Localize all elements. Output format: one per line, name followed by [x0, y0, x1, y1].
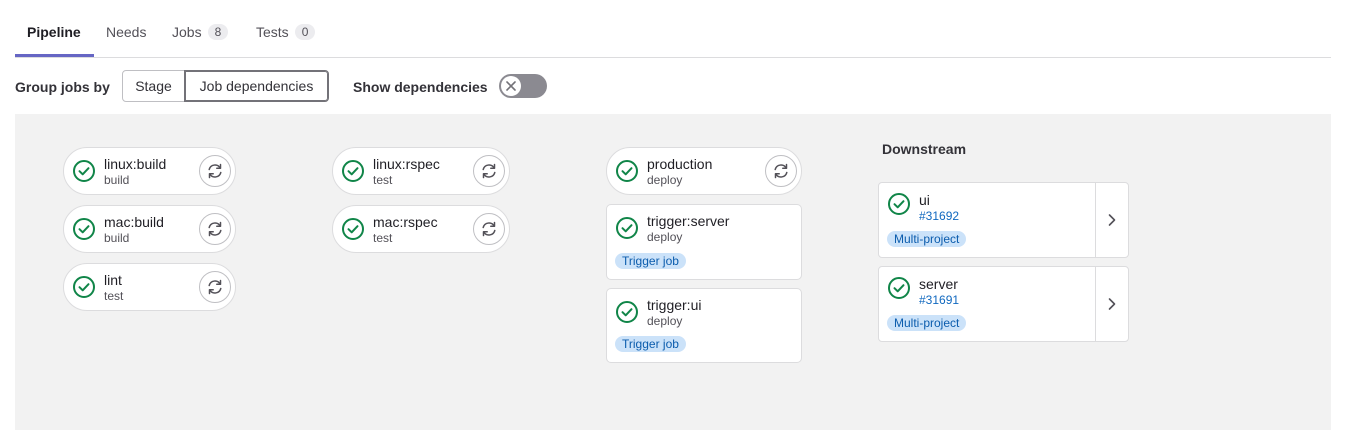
downstream-pipeline-link[interactable]: #31692 [919, 209, 959, 223]
job-stage: deploy [647, 314, 683, 328]
group-by-stage-button[interactable]: Stage [122, 70, 185, 102]
pipeline-graph: linux:build build mac:build build lint t… [15, 114, 1331, 430]
chevron-right-icon[interactable] [1095, 267, 1128, 341]
retry-icon[interactable] [765, 155, 797, 187]
job-name: lint [104, 272, 122, 288]
job-mac-build[interactable]: mac:build build [63, 205, 236, 253]
job-trigger-ui[interactable]: trigger:ui deploy Trigger job [606, 288, 802, 363]
job-name: linux:rspec [373, 156, 440, 172]
retry-icon[interactable] [199, 271, 231, 303]
jobs-count-badge: 8 [207, 24, 229, 40]
multi-project-badge: Multi-project [887, 315, 967, 331]
show-dependencies-label: Show dependencies [353, 79, 488, 95]
job-name: trigger:ui [647, 297, 702, 313]
retry-icon[interactable] [199, 213, 231, 245]
status-success-icon [341, 159, 365, 183]
status-success-icon [887, 192, 911, 216]
downstream-pipeline-server[interactable]: server #31691 Multi-project [878, 266, 1129, 342]
downstream-project-name: server [919, 276, 958, 292]
job-stage: test [104, 289, 124, 303]
tab-label: Pipeline [27, 24, 81, 40]
group-by-dependencies-button[interactable]: Job dependencies [184, 70, 329, 102]
trigger-job-badge: Trigger job [615, 253, 686, 269]
job-stage: build [104, 231, 130, 245]
tab-label: Needs [106, 24, 147, 40]
tab-pipeline[interactable]: Pipeline [27, 24, 81, 40]
group-jobs-label: Group jobs by [15, 79, 110, 95]
status-success-icon [341, 217, 365, 241]
job-name: mac:rspec [373, 214, 438, 230]
tab-needs[interactable]: Needs [106, 24, 146, 40]
job-lint[interactable]: lint test [63, 263, 236, 311]
retry-icon[interactable] [473, 155, 505, 187]
job-mac-rspec[interactable]: mac:rspec test [332, 205, 510, 253]
show-dependencies-toggle[interactable] [499, 74, 547, 98]
job-stage: test [373, 231, 393, 245]
chevron-right-icon[interactable] [1095, 183, 1128, 257]
job-linux-build[interactable]: linux:build build [63, 147, 236, 195]
job-linux-rspec[interactable]: linux:rspec test [332, 147, 510, 195]
trigger-job-badge: Trigger job [615, 336, 686, 352]
status-success-icon [615, 300, 639, 324]
downstream-pipeline-ui[interactable]: ui #31692 Multi-project [878, 182, 1129, 258]
retry-icon[interactable] [199, 155, 231, 187]
status-success-icon [887, 276, 911, 300]
multi-project-badge: Multi-project [887, 231, 967, 247]
tab-label: Tests [256, 24, 289, 40]
job-trigger-server[interactable]: trigger:server deploy Trigger job [606, 204, 802, 280]
downstream-project-name: ui [919, 192, 930, 208]
downstream-pipeline-link[interactable]: #31691 [919, 293, 959, 307]
status-success-icon [72, 217, 96, 241]
job-name: production [647, 156, 713, 172]
status-success-icon [615, 216, 639, 240]
active-tab-indicator [15, 54, 94, 57]
job-name: trigger:server [647, 213, 730, 229]
pipeline-tabs: Pipeline Needs Jobs 8 Tests 0 [15, 0, 1331, 58]
retry-icon[interactable] [473, 213, 505, 245]
job-stage: build [104, 173, 130, 187]
status-success-icon [615, 159, 639, 183]
job-name: mac:build [104, 214, 164, 230]
tests-count-badge: 0 [294, 24, 316, 40]
downstream-title: Downstream [882, 141, 967, 157]
job-stage: deploy [647, 173, 683, 187]
tab-jobs[interactable]: Jobs 8 [172, 24, 229, 40]
job-production[interactable]: production deploy [606, 147, 802, 195]
close-icon [501, 76, 521, 96]
job-name: linux:build [104, 156, 167, 172]
tab-label: Jobs [172, 24, 202, 40]
tab-tests[interactable]: Tests 0 [256, 24, 316, 40]
job-stage: test [373, 173, 393, 187]
status-success-icon [72, 159, 96, 183]
job-stage: deploy [647, 230, 683, 244]
status-success-icon [72, 275, 96, 299]
